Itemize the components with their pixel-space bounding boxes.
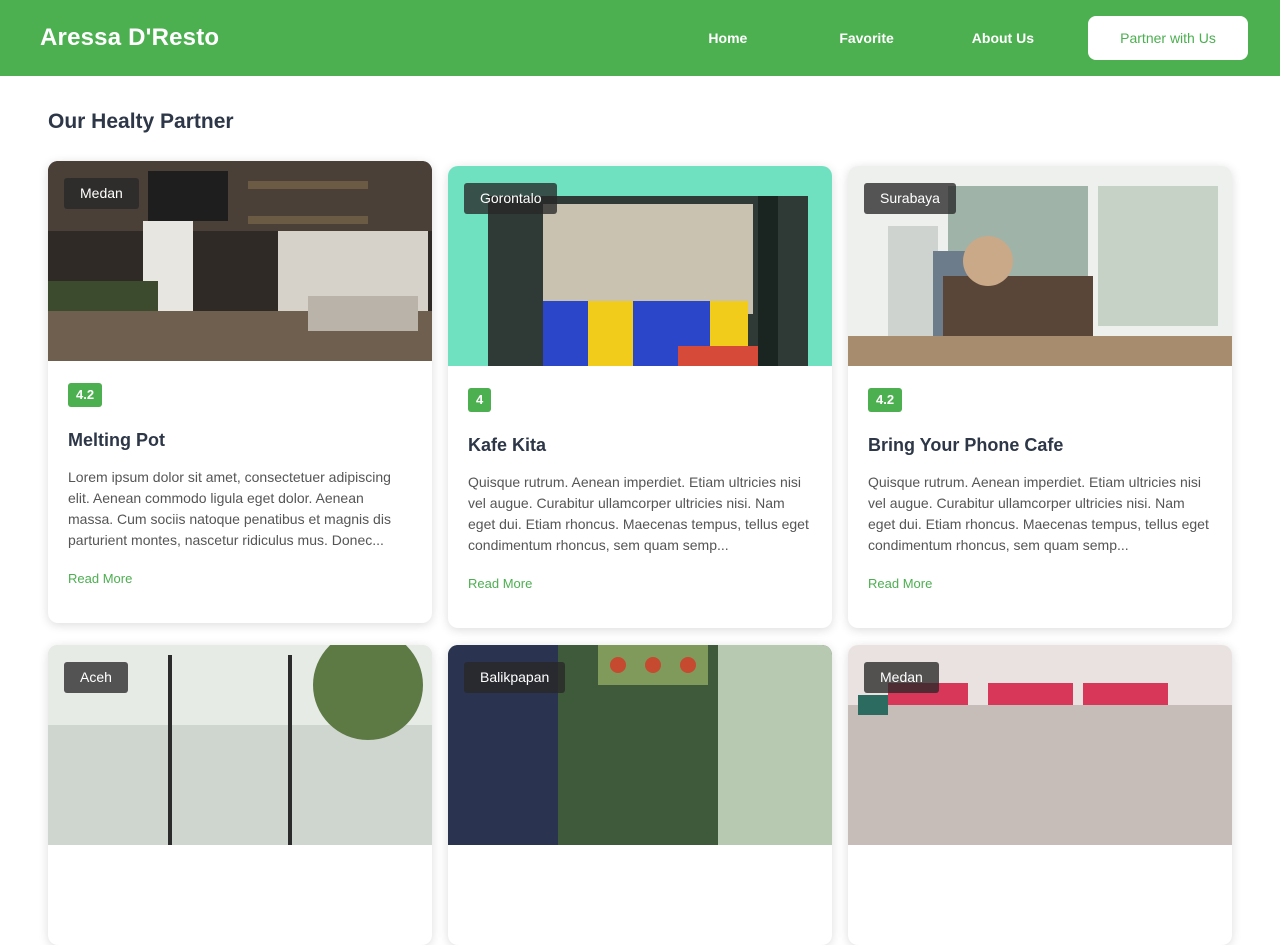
read-more-link[interactable]: Read More: [468, 576, 812, 591]
top-navbar: Aressa D'Resto Home Favorite About Us Pa…: [0, 0, 1280, 76]
restaurant-card[interactable]: Aceh: [48, 645, 432, 945]
city-badge: Aceh: [64, 662, 128, 693]
nav-links: Home Favorite About Us Partner with Us: [708, 16, 1248, 60]
restaurant-image: Gorontalo: [448, 166, 832, 366]
restaurant-card[interactable]: Balikpapan: [448, 645, 832, 945]
restaurant-card[interactable]: Gorontalo 4 Kafe Kita Quisque rutrum. Ae…: [448, 166, 832, 628]
restaurant-card[interactable]: Surabaya 4.2 Bring Your Phone Cafe Quisq…: [848, 166, 1232, 628]
restaurant-card[interactable]: Medan: [848, 645, 1232, 945]
restaurant-image: Medan: [48, 161, 432, 361]
city-badge: Gorontalo: [464, 183, 558, 214]
read-more-link[interactable]: Read More: [68, 571, 412, 586]
restaurant-name: Kafe Kita: [468, 435, 547, 455]
city-badge: Balikpapan: [464, 662, 566, 693]
section-title: Our Healty Partner: [48, 110, 234, 133]
brand-logo[interactable]: Aressa D'Resto: [40, 24, 219, 52]
restaurant-image: Surabaya: [848, 166, 1232, 366]
card-body: 4.2 Bring Your Phone Cafe Quisque rutrum…: [848, 366, 1232, 591]
restaurant-description: Quisque rutrum. Aenean imperdiet. Etiam …: [468, 474, 809, 553]
restaurant-name: Melting Pot: [68, 430, 165, 450]
rating-badge: 4: [468, 388, 492, 412]
city-badge: Surabaya: [864, 183, 956, 214]
restaurant-card[interactable]: Medan 4.2 Melting Pot Lorem ipsum dolor …: [48, 161, 432, 623]
rating-badge: 4.2: [68, 383, 103, 407]
restaurant-name: Bring Your Phone Cafe: [868, 435, 1064, 455]
restaurant-image: Medan: [848, 645, 1232, 845]
rating-badge: 4.2: [868, 388, 903, 412]
restaurant-description: Lorem ipsum dolor sit amet, consectetuer…: [68, 469, 391, 548]
restaurant-image: Aceh: [48, 645, 432, 845]
card-body: 4.2 Melting Pot Lorem ipsum dolor sit am…: [48, 361, 432, 586]
city-badge: Medan: [864, 662, 939, 693]
nav-favorite-link[interactable]: Favorite: [839, 30, 893, 46]
card-body: 4 Kafe Kita Quisque rutrum. Aenean imper…: [448, 366, 832, 591]
partner-button[interactable]: Partner with Us: [1088, 16, 1248, 60]
nav-about-link[interactable]: About Us: [972, 30, 1034, 46]
city-badge: Medan: [64, 178, 139, 209]
restaurant-description: Quisque rutrum. Aenean imperdiet. Etiam …: [868, 474, 1209, 553]
read-more-link[interactable]: Read More: [868, 576, 1212, 591]
nav-home-link[interactable]: Home: [708, 30, 747, 46]
restaurant-image: Balikpapan: [448, 645, 832, 845]
